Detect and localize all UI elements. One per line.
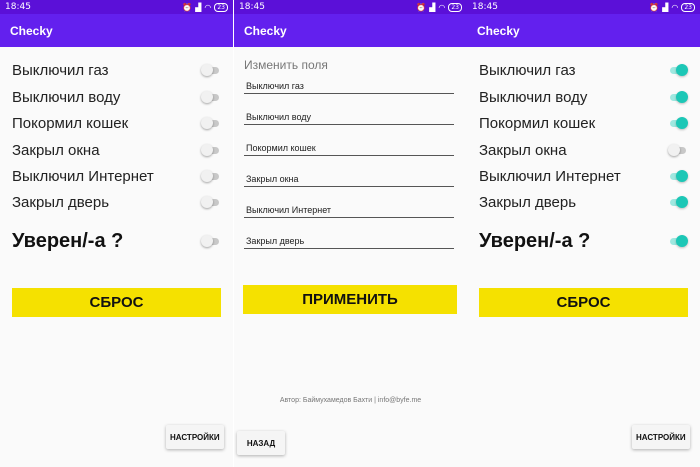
apply-button[interactable]: ПРИМЕНИТЬ <box>243 285 457 314</box>
toggle-switch[interactable] <box>668 196 688 208</box>
screen-edit-fields: 18:45 ⏰ ▟ ◠ 23 Checky Изменить поля Выкл… <box>234 0 467 467</box>
checklist-label: Закрыл дверь <box>12 193 110 211</box>
checklist-row[interactable]: Выключил воду <box>12 85 221 109</box>
checklist-label: Выключил газ <box>479 61 576 79</box>
wifi-icon: ◠ <box>671 2 679 12</box>
edit-field[interactable]: Закрыл дверь <box>244 235 454 249</box>
settings-button[interactable]: НАСТРОЙКИ <box>166 425 224 449</box>
confirm-toggle[interactable] <box>668 235 688 247</box>
checklist-row[interactable]: Закрыл окна <box>479 138 688 162</box>
toggle-switch[interactable] <box>201 117 221 129</box>
checklist-row[interactable]: Выключил газ <box>479 58 688 82</box>
app-title: Checky <box>244 23 287 38</box>
edit-field[interactable]: Выключил воду <box>244 111 454 125</box>
checklist-label: Покормил кошек <box>12 114 129 132</box>
back-button[interactable]: НАЗАД <box>237 431 285 455</box>
toggle-switch[interactable] <box>668 170 688 182</box>
status-icons: ⏰ ▟ ◠ 23 <box>416 2 462 12</box>
edit-field[interactable]: Выключил Интернет <box>244 204 454 218</box>
toggle-switch[interactable] <box>668 91 688 103</box>
checklist-row[interactable]: Покормил кошек <box>479 111 688 135</box>
checklist-label: Выключил Интернет <box>12 167 154 185</box>
battery-icon: 23 <box>448 2 462 12</box>
confirm-row[interactable]: Уверен/-а ? <box>12 229 221 253</box>
reset-button[interactable]: СБРОС <box>12 288 221 317</box>
reset-button[interactable]: СБРОС <box>479 288 688 317</box>
screen-checklist-checked: 18:45 ⏰ ▟ ◠ 23 Checky Выключил газ Выклю… <box>467 0 700 467</box>
checklist-label: Выключил воду <box>12 88 121 106</box>
status-bar: 18:45 ⏰ ▟ ◠ 23 <box>467 0 700 14</box>
app-title: Checky <box>10 23 53 38</box>
checklist-label: Закрыл окна <box>479 141 567 159</box>
checklist-row[interactable]: Выключил воду <box>479 85 688 109</box>
edit-field[interactable]: Выключил газ <box>244 80 454 94</box>
toggle-switch[interactable] <box>201 91 221 103</box>
checklist-row[interactable]: Выключил Интернет <box>479 164 688 188</box>
alarm-icon: ⏰ <box>416 2 427 12</box>
toggle-switch[interactable] <box>201 64 221 76</box>
app-title: Checky <box>477 23 520 38</box>
toggle-switch[interactable] <box>201 144 221 156</box>
alarm-icon: ⏰ <box>649 2 660 12</box>
checklist-label: Закрыл дверь <box>479 193 577 211</box>
checklist-label: Выключил газ <box>12 61 109 79</box>
settings-button[interactable]: НАСТРОЙКИ <box>632 425 690 449</box>
status-bar: 18:45 ⏰ ▟ ◠ 23 <box>0 0 233 14</box>
checklist-row[interactable]: Закрыл дверь <box>479 190 688 214</box>
status-time: 18:45 <box>472 2 498 12</box>
signal-icon: ▟ <box>429 2 436 12</box>
status-icons: ⏰ ▟ ◠ 23 <box>182 2 228 12</box>
checklist-row[interactable]: Покормил кошек <box>12 111 221 135</box>
toggle-switch[interactable] <box>668 144 688 156</box>
toggle-switch[interactable] <box>201 170 221 182</box>
checklist-label: Выключил воду <box>479 88 588 106</box>
signal-icon: ▟ <box>195 2 202 12</box>
checklist-row[interactable]: Закрыл дверь <box>12 190 221 214</box>
toggle-switch[interactable] <box>201 196 221 208</box>
checklist-row[interactable]: Выключил Интернет <box>12 164 221 188</box>
signal-icon: ▟ <box>662 2 669 12</box>
confirm-toggle[interactable] <box>201 235 221 247</box>
toggle-switch[interactable] <box>668 64 688 76</box>
status-bar: 18:45 ⏰ ▟ ◠ 23 <box>234 0 467 14</box>
edit-section-title: Изменить поля <box>244 58 328 72</box>
checklist-label: Покормил кошек <box>479 114 596 132</box>
alarm-icon: ⏰ <box>182 2 193 12</box>
wifi-icon: ◠ <box>204 2 212 12</box>
app-bar: Checky <box>0 14 233 47</box>
checklist-row[interactable]: Закрыл окна <box>12 138 221 162</box>
confirm-label: Уверен/-а ? <box>479 229 591 252</box>
checklist-row[interactable]: Выключил газ <box>12 58 221 82</box>
status-time: 18:45 <box>5 2 31 12</box>
status-icons: ⏰ ▟ ◠ 23 <box>649 2 695 12</box>
screen-checklist-unchecked: 18:45 ⏰ ▟ ◠ 23 Checky Выключил газ Выклю… <box>0 0 233 467</box>
battery-icon: 23 <box>681 2 695 12</box>
app-bar: Checky <box>234 14 467 47</box>
checklist-label: Выключил Интернет <box>479 167 621 185</box>
confirm-label: Уверен/-а ? <box>12 229 124 252</box>
wifi-icon: ◠ <box>438 2 446 12</box>
status-time: 18:45 <box>239 2 265 12</box>
battery-icon: 23 <box>214 2 228 12</box>
edit-field[interactable]: Покормил кошек <box>244 142 454 156</box>
edit-field[interactable]: Закрыл окна <box>244 173 454 187</box>
confirm-row[interactable]: Уверен/-а ? <box>479 229 688 253</box>
app-bar: Checky <box>467 14 700 47</box>
checklist-label: Закрыл окна <box>12 141 100 159</box>
author-note: Автор: Баймухамедов Бахти | info@byfe.me <box>279 397 422 404</box>
toggle-switch[interactable] <box>668 117 688 129</box>
